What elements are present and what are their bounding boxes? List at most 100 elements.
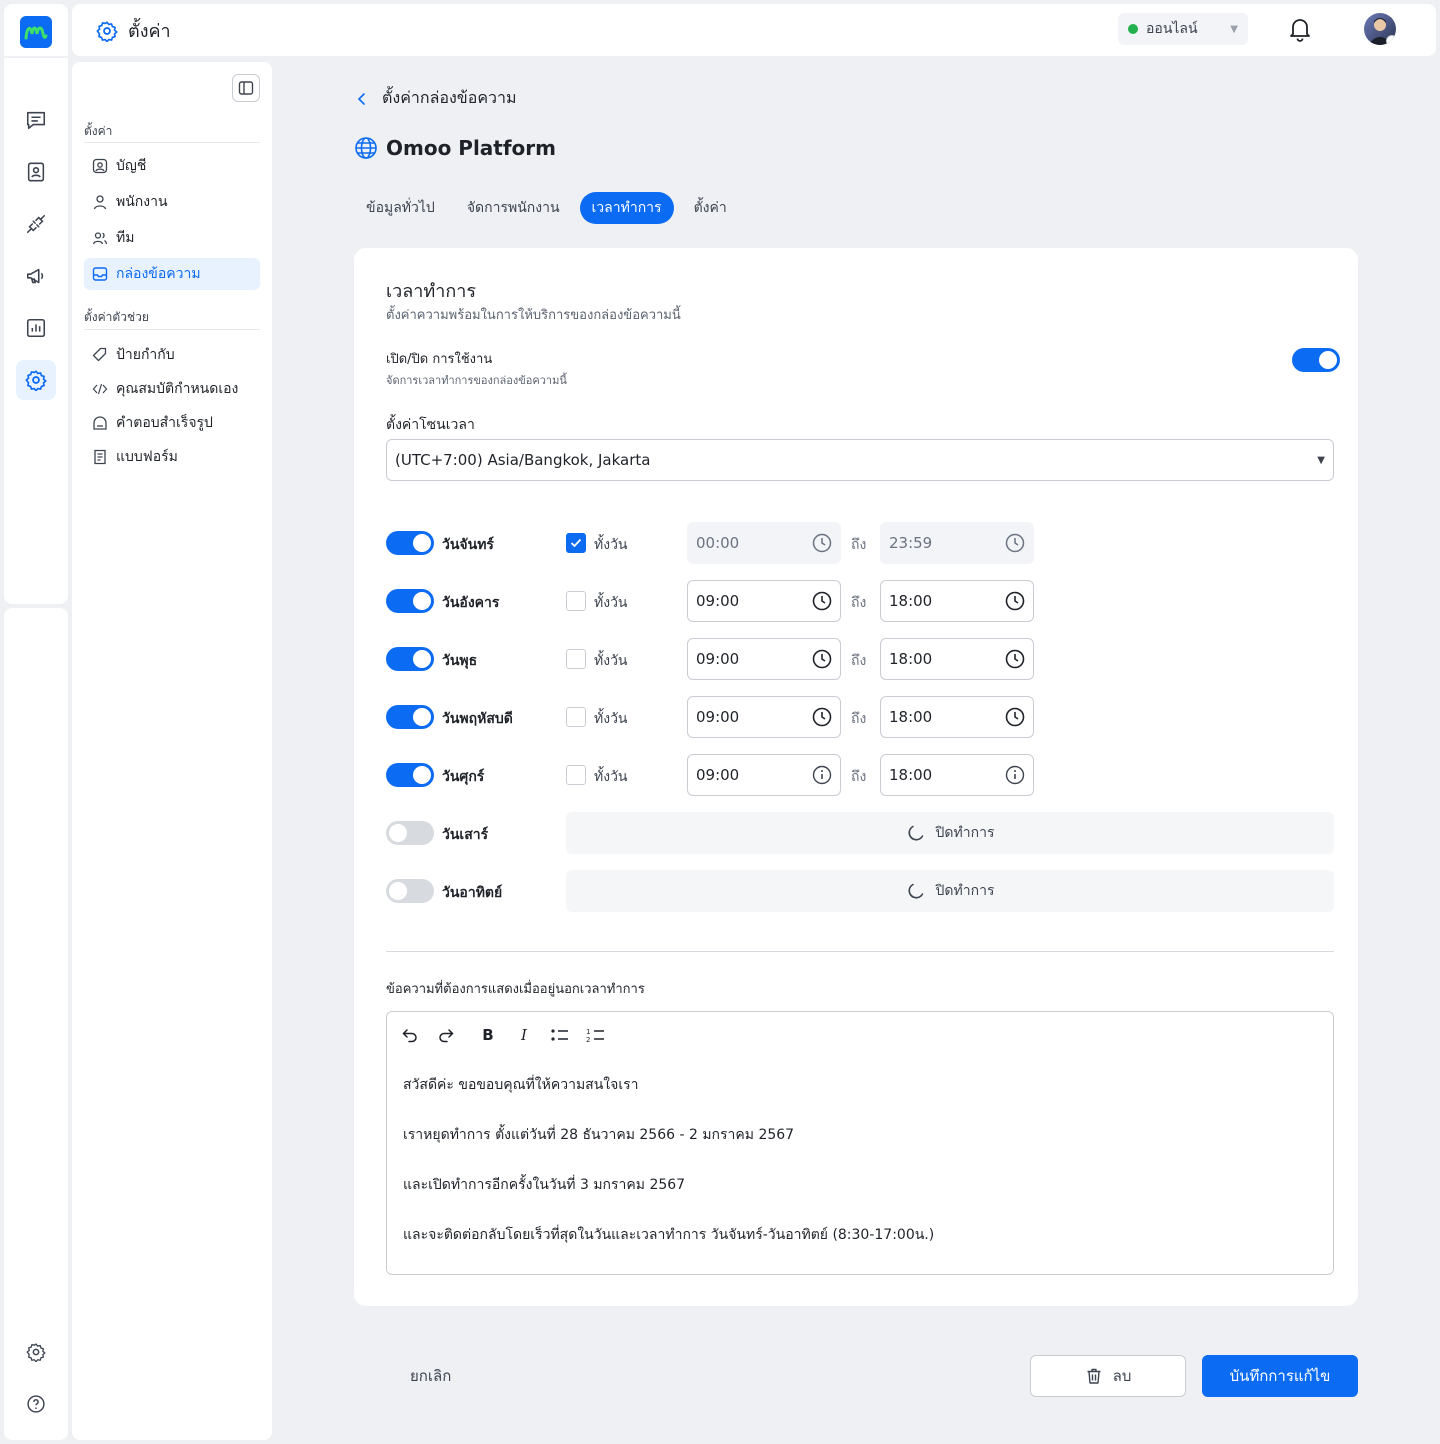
start-time-input[interactable]: 09:00 <box>687 580 841 622</box>
gear-icon <box>96 20 118 42</box>
rich-text-editor[interactable]: B I 12 สวัสดีค่ะ ขอขอบคุณที่ให้ความสนใจเ… <box>386 1011 1334 1275</box>
day-toggle[interactable] <box>386 589 434 613</box>
start-time-input[interactable]: 09:00 <box>687 696 841 738</box>
business-hours-card: เวลาทำการ ตั้งค่าความพร้อมในการให้บริการ… <box>354 248 1358 1306</box>
day-toggle[interactable] <box>386 705 434 729</box>
sidebar-item-inbox[interactable]: กล่องข้อความ <box>84 258 260 290</box>
icon-rail-bottom <box>4 608 68 1440</box>
avatar[interactable] <box>1364 13 1396 45</box>
editor-toolbar: B I 12 <box>399 1024 607 1046</box>
save-button[interactable]: บันทึกการแก้ไข <box>1202 1355 1358 1397</box>
start-time-input[interactable]: 00:00 <box>687 522 841 564</box>
status-label: ออนไลน์ <box>1146 21 1198 37</box>
sidebar-collapse-button[interactable] <box>232 74 260 102</box>
plug-icon[interactable] <box>16 204 56 244</box>
account-icon <box>92 158 108 174</box>
undo-icon[interactable] <box>399 1024 421 1046</box>
day-row-tuesday: วันอังคาร ทั้งวัน 09:00 ถึง 18:00 <box>386 580 1334 622</box>
closed-label: ปิดทำการ <box>935 825 995 841</box>
all-day-label: ทั้งวัน <box>594 537 628 553</box>
day-toggle[interactable] <box>386 879 434 903</box>
timezone-select[interactable]: (UTC+7:00) Asia/Bangkok, Jakarta ▼ <box>386 439 1334 481</box>
info-icon <box>1005 765 1025 785</box>
bold-icon[interactable]: B <box>477 1024 499 1046</box>
to-label: ถึง <box>851 537 867 553</box>
end-time-input[interactable]: 18:00 <box>880 696 1034 738</box>
to-label: ถึง <box>851 769 867 785</box>
all-day-label: ทั้งวัน <box>594 653 628 669</box>
numbered-list-icon[interactable]: 12 <box>585 1024 607 1046</box>
end-time-input[interactable]: 23:59 <box>880 522 1034 564</box>
sidebar-toggle-icon <box>238 81 254 95</box>
sidebar-item-account[interactable]: บัญชี <box>84 150 260 182</box>
online-indicator <box>1128 24 1138 34</box>
to-label: ถึง <box>851 653 867 669</box>
day-name: วันพุธ <box>442 653 478 669</box>
end-time-input[interactable]: 18:00 <box>880 754 1034 796</box>
start-time-input[interactable]: 09:00 <box>687 638 841 680</box>
chart-icon[interactable] <box>16 308 56 348</box>
sidebar-item-label: คุณสมบัติกำหนดเอง <box>116 381 239 397</box>
bullet-list-icon[interactable] <box>549 1024 571 1046</box>
gear-icon[interactable] <box>16 1332 56 1372</box>
sidebar-section-title: ตั้งค่า <box>84 124 113 138</box>
end-time-value: 18:00 <box>889 592 933 610</box>
sidebar-item-forms[interactable]: แบบฟอร์ม <box>84 441 260 473</box>
italic-icon[interactable]: I <box>513 1024 535 1046</box>
globe-icon <box>355 137 377 159</box>
all-day-checkbox[interactable] <box>566 591 586 611</box>
sidebar-section-title: ตั้งค่าตัวช่วย <box>84 310 149 324</box>
breadcrumb[interactable]: ตั้งค่ากล่องข้อความ <box>354 86 517 111</box>
delete-button[interactable]: ลบ <box>1030 1355 1186 1397</box>
end-time-value: 18:00 <box>889 650 933 668</box>
start-time-input[interactable]: 09:00 <box>687 754 841 796</box>
day-name: วันพฤหัสบดี <box>442 711 513 727</box>
cancel-button[interactable]: ยกเลิก <box>398 1355 463 1397</box>
clock-icon <box>1005 591 1025 611</box>
message-line: และเปิดทำการอีกครั้งในวันที่ 3 มกราคม 25… <box>403 1177 686 1193</box>
contacts-icon[interactable] <box>16 152 56 192</box>
day-toggle[interactable] <box>386 647 434 671</box>
all-day-checkbox[interactable] <box>566 707 586 727</box>
sidebar-item-staff[interactable]: พนักงาน <box>84 186 260 218</box>
megaphone-icon[interactable] <box>16 256 56 296</box>
end-time-input[interactable]: 18:00 <box>880 580 1034 622</box>
tab-staff[interactable]: จัดการพนักงาน <box>455 192 572 224</box>
sidebar-item-label: คำตอบสำเร็จรูป <box>116 415 213 431</box>
day-row-monday: วันจันทร์ ทั้งวัน 00:00 ถึง 23:59 <box>386 522 1334 564</box>
day-toggle[interactable] <box>386 531 434 555</box>
all-day-checkbox[interactable] <box>566 533 586 553</box>
sidebar-item-canned-responses[interactable]: คำตอบสำเร็จรูป <box>84 407 260 439</box>
help-icon[interactable] <box>16 1384 56 1424</box>
status-dropdown[interactable]: ออนไลน์ ▼ <box>1118 13 1248 45</box>
page-title-text: ตั้งค่า <box>128 21 171 42</box>
sidebar-item-custom-attributes[interactable]: คุณสมบัติกำหนดเอง <box>84 373 260 405</box>
sidebar-item-team[interactable]: ทีม <box>84 222 260 254</box>
settings-nav-icon[interactable] <box>16 360 56 400</box>
business-hours-toggle[interactable] <box>1292 348 1340 372</box>
day-row-thursday: วันพฤหัสบดี ทั้งวัน 09:00 ถึง 18:00 <box>386 696 1334 738</box>
redo-icon[interactable] <box>435 1024 457 1046</box>
chevron-left-icon[interactable] <box>354 91 370 107</box>
all-day-checkbox[interactable] <box>566 765 586 785</box>
bell-icon[interactable] <box>1288 16 1312 46</box>
day-toggle[interactable] <box>386 763 434 787</box>
sidebar-item-tags[interactable]: ป้ายกำกับ <box>84 339 260 371</box>
code-icon <box>92 383 108 395</box>
tab-business-hours[interactable]: เวลาทำการ <box>579 192 674 224</box>
tab-general[interactable]: ข้อมูลทั่วไป <box>354 192 447 224</box>
icon-rail <box>4 58 68 604</box>
sidebar-item-label: ทีม <box>116 230 135 246</box>
day-toggle[interactable] <box>386 821 434 845</box>
tab-settings[interactable]: ตั้งค่า <box>682 192 739 224</box>
day-name: วันอังคาร <box>442 595 500 611</box>
timezone-label: ตั้งค่าโซนเวลา <box>386 417 475 433</box>
app-logo[interactable] <box>20 16 52 48</box>
end-time-input[interactable]: 18:00 <box>880 638 1034 680</box>
sidebar-item-label: ป้ายกำกับ <box>116 347 175 363</box>
chat-icon[interactable] <box>16 100 56 140</box>
message-line: สวัสดีค่ะ ขอขอบคุณที่ให้ความสนใจเรา <box>403 1077 639 1093</box>
day-row-wednesday: วันพุธ ทั้งวัน 09:00 ถึง 18:00 <box>386 638 1334 680</box>
trash-icon <box>1087 1368 1101 1384</box>
all-day-checkbox[interactable] <box>566 649 586 669</box>
